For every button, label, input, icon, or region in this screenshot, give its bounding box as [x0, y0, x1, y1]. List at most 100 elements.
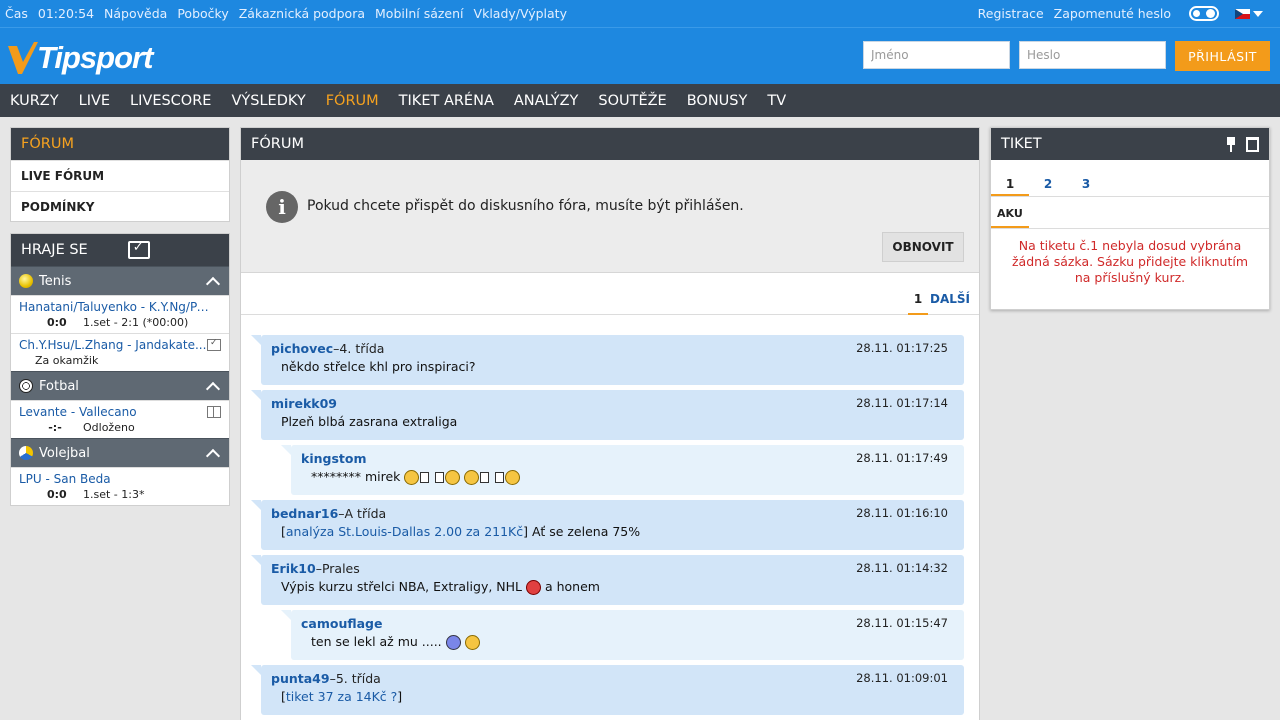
sport-header-football[interactable]: Fotbal: [11, 371, 229, 400]
tv-icon[interactable]: [207, 338, 221, 351]
live-now-panel: HRAJE SE Tenis Hanatani/Taluyenko - K.Y.…: [10, 233, 230, 506]
tennis-ball-icon: [19, 274, 33, 288]
nav-kurzy[interactable]: KURZY: [10, 93, 59, 109]
nav-live[interactable]: LIVE: [79, 93, 110, 109]
post-link[interactable]: tiket 37 za 14Kč ?: [286, 689, 397, 704]
forum-sidebar: FÓRUM LIVE FÓRUM PODMÍNKY: [10, 127, 230, 222]
post-rank: A třída: [344, 506, 387, 521]
czech-flag-icon: [1235, 8, 1250, 19]
mobile-betting-link[interactable]: Mobilní sázení: [375, 6, 464, 21]
ticket-subtab-aku[interactable]: AKU: [991, 204, 1029, 228]
post-author[interactable]: bednar16: [271, 506, 338, 521]
deposits-link[interactable]: Vklady/Výplaty: [474, 6, 567, 21]
sport-name: Volejbal: [39, 445, 90, 461]
branches-link[interactable]: Pobočky: [177, 6, 228, 21]
post-author[interactable]: camouflage: [301, 616, 382, 631]
live-now-header: HRAJE SE: [11, 234, 229, 266]
theme-toggle-icon[interactable]: [1189, 6, 1219, 21]
ticket-tab-3[interactable]: 3: [1067, 160, 1105, 196]
match-teams[interactable]: LPU - San Beda: [19, 472, 209, 486]
football-icon: [19, 379, 33, 393]
post-text: ******** mirek: [311, 469, 401, 484]
match-teams[interactable]: Ch.Y.Hsu/L.Zhang - Jandakate...: [19, 338, 209, 352]
ticket-tabs: 1 2 3: [991, 160, 1269, 197]
beer-mug-icon: [480, 472, 490, 483]
post: mirekk09 28.11. 01:17:14 Plzeň blbá zasr…: [251, 390, 964, 440]
next-page-link[interactable]: DALŠÍ: [930, 292, 970, 306]
info-icon: i: [266, 191, 298, 223]
sidebar-item-live-forum[interactable]: LIVE FÓRUM: [11, 160, 229, 191]
nav-vysledky[interactable]: VÝSLEDKY: [231, 93, 305, 109]
nav-analyzy[interactable]: ANALÝZY: [514, 93, 579, 109]
match-status: Za okamžik: [35, 354, 99, 367]
nav-tv[interactable]: TV: [767, 93, 786, 109]
shocked-face-icon: [445, 635, 461, 650]
nav-forum[interactable]: FÓRUM: [326, 93, 379, 109]
sport-header-volleyball[interactable]: Volejbal: [11, 438, 229, 467]
live-now-title: HRAJE SE: [21, 242, 88, 258]
beer-mug-icon: [495, 472, 505, 483]
forgot-password-link[interactable]: Zapomenuté heslo: [1054, 6, 1171, 21]
match-row[interactable]: LPU - San Beda 0:0 1.set - 1:3*: [11, 467, 229, 505]
sport-header-tennis[interactable]: Tenis: [11, 266, 229, 295]
pin-icon[interactable]: [1226, 136, 1236, 152]
ticket-tab-1[interactable]: 1: [991, 160, 1029, 196]
nav-souteze[interactable]: SOUTĚŽE: [598, 93, 666, 109]
match-teams[interactable]: Hanatani/Taluyenko - K.Y.Ng/Palha: [19, 300, 209, 314]
smiley-icon: [445, 470, 461, 485]
chevron-up-icon: [205, 381, 221, 396]
ticket-empty-message: Na tiketu č.1 nebyla dosud vybrána žádná…: [1011, 238, 1248, 285]
match-row[interactable]: Levante - Vallecano -:- Odloženo: [11, 400, 229, 438]
match-status: 1.set - 2:1 (*00:00): [83, 316, 189, 329]
trash-icon[interactable]: [1246, 136, 1259, 152]
nav-bonusy[interactable]: BONUSY: [687, 93, 748, 109]
help-link[interactable]: Nápověda: [104, 6, 167, 21]
post-link[interactable]: analýza St.Louis-Dallas 2.00 za 211Kč: [286, 524, 523, 539]
nav-tiket-arena[interactable]: TIKET ARÉNA: [399, 93, 494, 109]
post: bednar16–A třída 28.11. 01:16:10 [analýz…: [251, 500, 964, 550]
post-text: Plzeň blbá zasrana extraliga: [281, 414, 458, 429]
post-time: 28.11. 01:16:10: [856, 506, 948, 520]
ticket-subtabs: AKU: [991, 197, 1269, 229]
forum-panel: FÓRUM i Pokud chcete přispět do diskusní…: [240, 127, 980, 720]
post-author[interactable]: Erik10: [271, 561, 316, 576]
post-author[interactable]: punta49: [271, 671, 330, 686]
post-author[interactable]: pichovec: [271, 341, 333, 356]
post-time: 28.11. 01:14:32: [856, 561, 948, 575]
post-time: 28.11. 01:17:49: [856, 451, 948, 465]
password-input[interactable]: [1019, 41, 1166, 69]
tv-icon[interactable]: [127, 240, 150, 259]
match-teams[interactable]: Levante - Vallecano: [19, 405, 209, 419]
logo[interactable]: Tipsport: [8, 40, 153, 76]
post-author[interactable]: mirekk09: [271, 396, 337, 411]
page-current[interactable]: 1: [908, 285, 928, 315]
main-nav: KURZY LIVE LIVESCORE VÝSLEDKY FÓRUM TIKE…: [0, 84, 1280, 117]
sport-name: Fotbal: [39, 378, 79, 394]
logo-text: Tipsport: [37, 40, 153, 75]
pitch-icon[interactable]: [207, 406, 221, 418]
sidebar-item-conditions[interactable]: PODMÍNKY: [11, 191, 229, 222]
login-button[interactable]: PŘIHLÁSIT: [1175, 41, 1270, 71]
match-row[interactable]: Hanatani/Taluyenko - K.Y.Ng/Palha 0:0 1.s…: [11, 295, 229, 333]
sport-name: Tenis: [39, 273, 72, 289]
post-author[interactable]: kingstom: [301, 451, 366, 466]
username-input[interactable]: [863, 41, 1010, 69]
beer-mug-icon: [435, 472, 445, 483]
beer-mug-icon: [420, 472, 430, 483]
post-time: 28.11. 01:17:14: [856, 396, 948, 410]
support-link[interactable]: Zákaznická podpora: [239, 6, 365, 21]
forum-title: FÓRUM: [241, 128, 979, 160]
register-link[interactable]: Registrace: [978, 6, 1044, 21]
match-score: 0:0: [47, 488, 67, 501]
nav-livescore[interactable]: LIVESCORE: [130, 93, 211, 109]
post-text: Výpis kurzu střelci NBA, Extraligy, NHL: [281, 579, 522, 594]
language-selector[interactable]: [1235, 8, 1263, 19]
refresh-button[interactable]: OBNOVIT: [882, 232, 964, 262]
chevron-up-icon: [205, 276, 221, 291]
post-text: ten se lekl až mu .....: [311, 634, 442, 649]
ticket-tab-2[interactable]: 2: [1029, 160, 1067, 196]
post-time: 28.11. 01:09:01: [856, 671, 948, 685]
tipsport-logo-icon: [8, 42, 38, 74]
match-row[interactable]: Ch.Y.Hsu/L.Zhang - Jandakate... Za okamž…: [11, 333, 229, 371]
chevron-down-icon: [1253, 10, 1263, 17]
